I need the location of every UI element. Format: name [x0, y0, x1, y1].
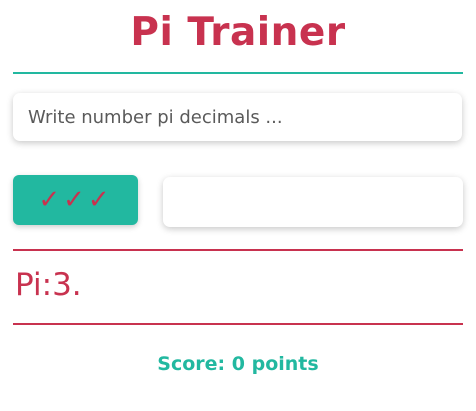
pi-display-bottom-divider: [13, 323, 463, 325]
check-button[interactable]: ✓✓✓: [13, 175, 138, 225]
pi-decimals-input[interactable]: [26, 105, 462, 129]
result-box: [163, 177, 463, 227]
page-title: Pi Trainer: [130, 10, 346, 55]
score-text: Score: 0 points: [157, 353, 319, 375]
pi-display-top-divider: [13, 249, 463, 251]
title-divider: [13, 72, 463, 74]
pi-digits-display: Pi:3.: [15, 267, 82, 303]
pi-decimals-input-container[interactable]: [13, 93, 462, 141]
